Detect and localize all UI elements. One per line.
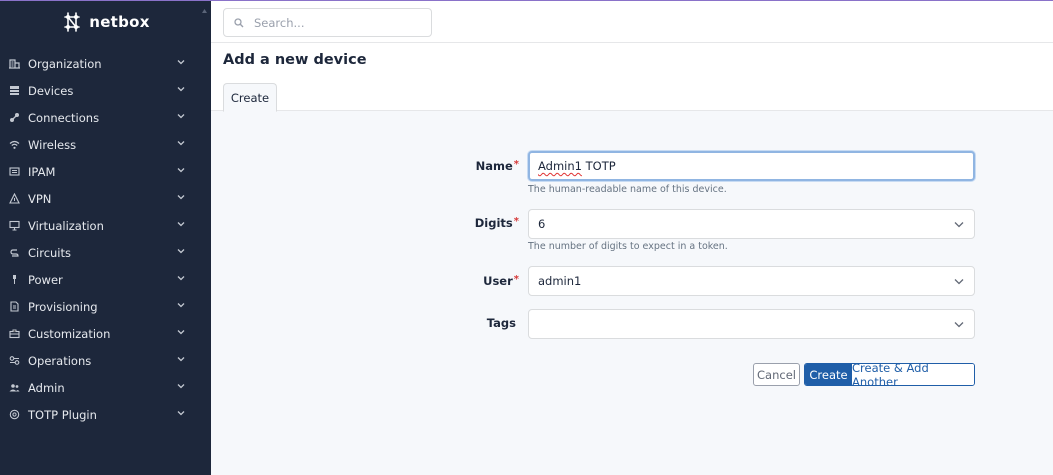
submit-button-group: Create Create & Add Another	[804, 363, 975, 386]
cancel-button[interactable]: Cancel	[753, 363, 800, 386]
sidebar-item-circuits[interactable]: Circuits	[0, 239, 211, 266]
search-icon	[234, 17, 244, 27]
name-field[interactable]: Admin1 TOTP	[528, 151, 975, 181]
sidebar-item-totp-plugin[interactable]: TOTP Plugin	[0, 401, 211, 428]
digits-select[interactable]: 6	[528, 209, 975, 239]
required-marker: *	[513, 274, 519, 285]
chevron-down-icon	[177, 60, 185, 65]
vpn-icon	[8, 193, 20, 205]
chevron-down-icon	[177, 87, 185, 92]
user-label: User*	[483, 274, 519, 288]
sidebar-item-admin[interactable]: Admin	[0, 374, 211, 401]
top-bar	[211, 1, 1053, 43]
server-icon	[8, 85, 20, 97]
user-select[interactable]: admin1	[528, 266, 975, 296]
sidebar-item-provisioning[interactable]: Provisioning	[0, 293, 211, 320]
page-title: Add a new device	[223, 52, 367, 68]
digits-value: 6	[538, 217, 546, 231]
tags-select[interactable]	[528, 309, 975, 339]
chevron-down-icon	[954, 279, 964, 285]
operations-icon	[8, 355, 20, 367]
create-and-add-another-button[interactable]: Create & Add Another	[852, 364, 974, 385]
create-button[interactable]: Create	[805, 364, 852, 385]
sidebar-item-label: Devices	[28, 83, 74, 98]
required-marker: *	[513, 216, 519, 227]
sidebar-item-vpn[interactable]: VPN	[0, 185, 211, 212]
name-help: The human-readable name of this device.	[528, 184, 727, 195]
netbox-logo-icon	[61, 12, 83, 32]
tab-create[interactable]: Create	[223, 83, 277, 112]
chevron-down-icon	[177, 195, 185, 200]
sidebar-item-connections[interactable]: Connections	[0, 104, 211, 131]
sidebar-item-label: Connections	[28, 110, 100, 125]
building-icon	[8, 58, 20, 70]
name-value: Admin1 TOTP	[538, 159, 616, 173]
chevron-down-icon	[177, 303, 185, 308]
wifi-icon	[8, 139, 20, 151]
sidebar-item-wireless[interactable]: Wireless	[0, 131, 211, 158]
sidebar-item-label: VPN	[28, 191, 52, 206]
sidebar-item-label: Organization	[28, 56, 102, 71]
sidebar-item-label: Customization	[28, 326, 111, 341]
required-marker: *	[513, 159, 519, 170]
chevron-down-icon	[177, 384, 185, 389]
sidebar-item-label: Operations	[28, 353, 92, 368]
plugin-icon	[8, 409, 20, 421]
sidebar-item-devices[interactable]: Devices	[0, 77, 211, 104]
sidebar-item-label: IPAM	[28, 164, 56, 179]
digits-help: The number of digits to expect in a toke…	[528, 241, 728, 252]
brand[interactable]: netbox	[0, 1, 211, 43]
chevron-down-icon	[177, 276, 185, 281]
chevron-down-icon	[177, 411, 185, 416]
chevron-down-icon	[177, 357, 185, 362]
sidebar-item-customization[interactable]: Customization	[0, 320, 211, 347]
tags-label: Tags	[486, 316, 516, 330]
file-icon	[8, 301, 20, 313]
toolbox-icon	[8, 328, 20, 340]
sidebar-item-power[interactable]: Power	[0, 266, 211, 293]
sidebar-item-organization[interactable]: Organization	[0, 50, 211, 77]
sidebar-nav: Organization Devices Connections Wireles…	[0, 50, 211, 428]
search-box[interactable]	[223, 8, 432, 37]
search-input[interactable]	[254, 15, 414, 30]
sidebar-item-label: Admin	[28, 380, 65, 395]
name-label: Name*	[475, 159, 519, 173]
counter-icon	[8, 166, 20, 178]
sidebar-item-label: Provisioning	[28, 299, 98, 314]
chevron-down-icon	[177, 330, 185, 335]
page-header: Add a new device Create	[211, 43, 1053, 112]
monitor-icon	[8, 220, 20, 232]
flash-icon	[8, 274, 20, 286]
chevron-down-icon	[954, 322, 964, 328]
chevron-down-icon	[177, 168, 185, 173]
sidebar-item-label: Virtualization	[28, 218, 104, 233]
sidebar-item-label: Power	[28, 272, 63, 287]
sidebar-item-virtualization[interactable]: Virtualization	[0, 212, 211, 239]
brand-name: netbox	[89, 13, 150, 31]
sidebar: netbox Organization Devices Connections …	[0, 1, 211, 475]
chevron-down-icon	[954, 222, 964, 228]
chevron-down-icon	[177, 114, 185, 119]
chevron-down-icon	[177, 141, 185, 146]
circuits-icon	[8, 247, 20, 259]
sidebar-item-label: Circuits	[28, 245, 72, 260]
chevron-down-icon	[177, 222, 185, 227]
sidebar-item-operations[interactable]: Operations	[0, 347, 211, 374]
users-icon	[8, 382, 20, 394]
connection-icon	[8, 112, 20, 124]
scroll-arrow-icon[interactable]	[201, 7, 208, 15]
sidebar-item-label: TOTP Plugin	[28, 407, 97, 422]
user-value: admin1	[538, 274, 582, 288]
chevron-down-icon	[177, 249, 185, 254]
sidebar-item-label: Wireless	[28, 137, 77, 152]
digits-label: Digits*	[474, 216, 519, 230]
sidebar-item-ipam[interactable]: IPAM	[0, 158, 211, 185]
